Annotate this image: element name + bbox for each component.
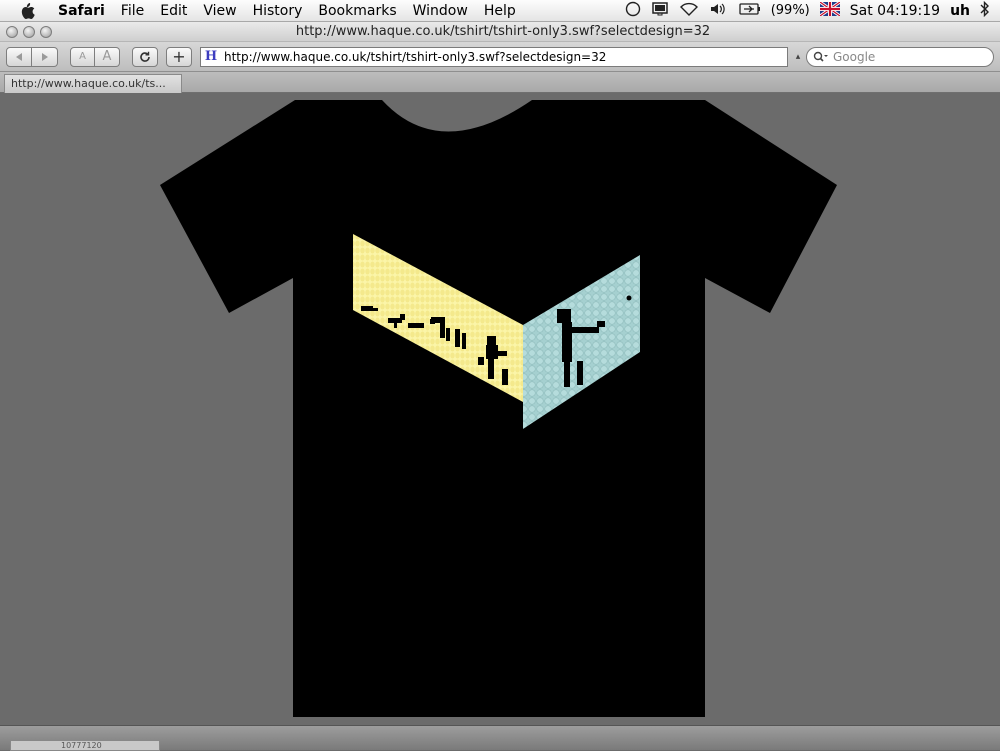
menu-history[interactable]: History (245, 0, 311, 22)
volume-icon[interactable] (709, 1, 729, 21)
dock-item[interactable]: 10777120 (10, 740, 160, 751)
site-favicon-icon: H (204, 48, 218, 64)
resize-grip-icon[interactable] (986, 726, 1000, 750)
window-controls (6, 25, 66, 38)
search-placeholder: Google (833, 49, 876, 64)
address-url[interactable]: http://www.haque.co.uk/tshirt/tshirt-onl… (224, 50, 606, 64)
sync-icon[interactable] (625, 1, 641, 21)
text-larger-button[interactable]: A (95, 46, 120, 67)
menu-window[interactable]: Window (405, 0, 476, 22)
battery-icon[interactable] (739, 2, 761, 20)
tshirt-body (160, 100, 837, 717)
zoom-window-button[interactable] (40, 25, 52, 38)
battery-percent: (99%) (770, 3, 810, 18)
forward-button[interactable] (32, 46, 58, 67)
menu-view[interactable]: View (195, 0, 244, 22)
minimize-window-button[interactable] (23, 25, 35, 38)
text-size-group: A A (70, 46, 120, 67)
address-bar[interactable]: H http://www.haque.co.uk/tshirt/tshirt-o… (200, 46, 788, 67)
search-field[interactable]: Google (806, 46, 994, 67)
menu-help[interactable]: Help (476, 0, 524, 22)
menu-extras: (99%) Sat 04:19:19 uh (625, 0, 1000, 21)
uk-flag-icon[interactable] (818, 0, 841, 20)
tshirt-flash-movie[interactable] (0, 93, 1000, 725)
menu-bookmarks[interactable]: Bookmarks (310, 0, 404, 22)
display-icon[interactable] (651, 1, 669, 21)
reload-icon (140, 51, 150, 62)
tab-bar: http://www.haque.co.uk/ts... (0, 72, 1000, 93)
status-bar: 10777120 (0, 725, 1000, 751)
wifi-icon[interactable] (679, 1, 699, 21)
back-arrow-icon (16, 52, 22, 61)
bluetooth-icon[interactable] (980, 0, 990, 21)
close-window-button[interactable] (6, 25, 18, 38)
menu-app-safari[interactable]: Safari (50, 0, 113, 22)
text-smaller-button[interactable]: A (70, 46, 95, 67)
page-content (0, 93, 1000, 725)
back-forward-group (6, 46, 58, 67)
fast-user-switch[interactable]: uh (950, 3, 970, 19)
window-title: http://www.haque.co.uk/tshirt/tshirt-onl… (295, 24, 711, 39)
search-icon (813, 51, 829, 63)
back-button[interactable] (6, 46, 32, 67)
menubar-clock[interactable]: Sat 04:19:19 (850, 3, 940, 19)
menu-bar: Safari File Edit View History Bookmarks … (0, 0, 1000, 22)
browser-toolbar: A A + H http://www.haque.co.uk/tshirt/ts… (0, 42, 1000, 72)
menu-edit[interactable]: Edit (152, 0, 195, 22)
address-dropdown-icon[interactable]: ▴ (792, 52, 804, 62)
apple-icon[interactable] (16, 2, 38, 20)
forward-arrow-icon (41, 52, 48, 61)
reload-button[interactable] (132, 46, 158, 67)
menu-file[interactable]: File (113, 0, 152, 22)
tab-haque[interactable]: http://www.haque.co.uk/ts... (4, 74, 182, 93)
window-titlebar[interactable]: http://www.haque.co.uk/tshirt/tshirt-onl… (0, 22, 1000, 42)
add-bookmark-button[interactable]: + (166, 46, 192, 67)
